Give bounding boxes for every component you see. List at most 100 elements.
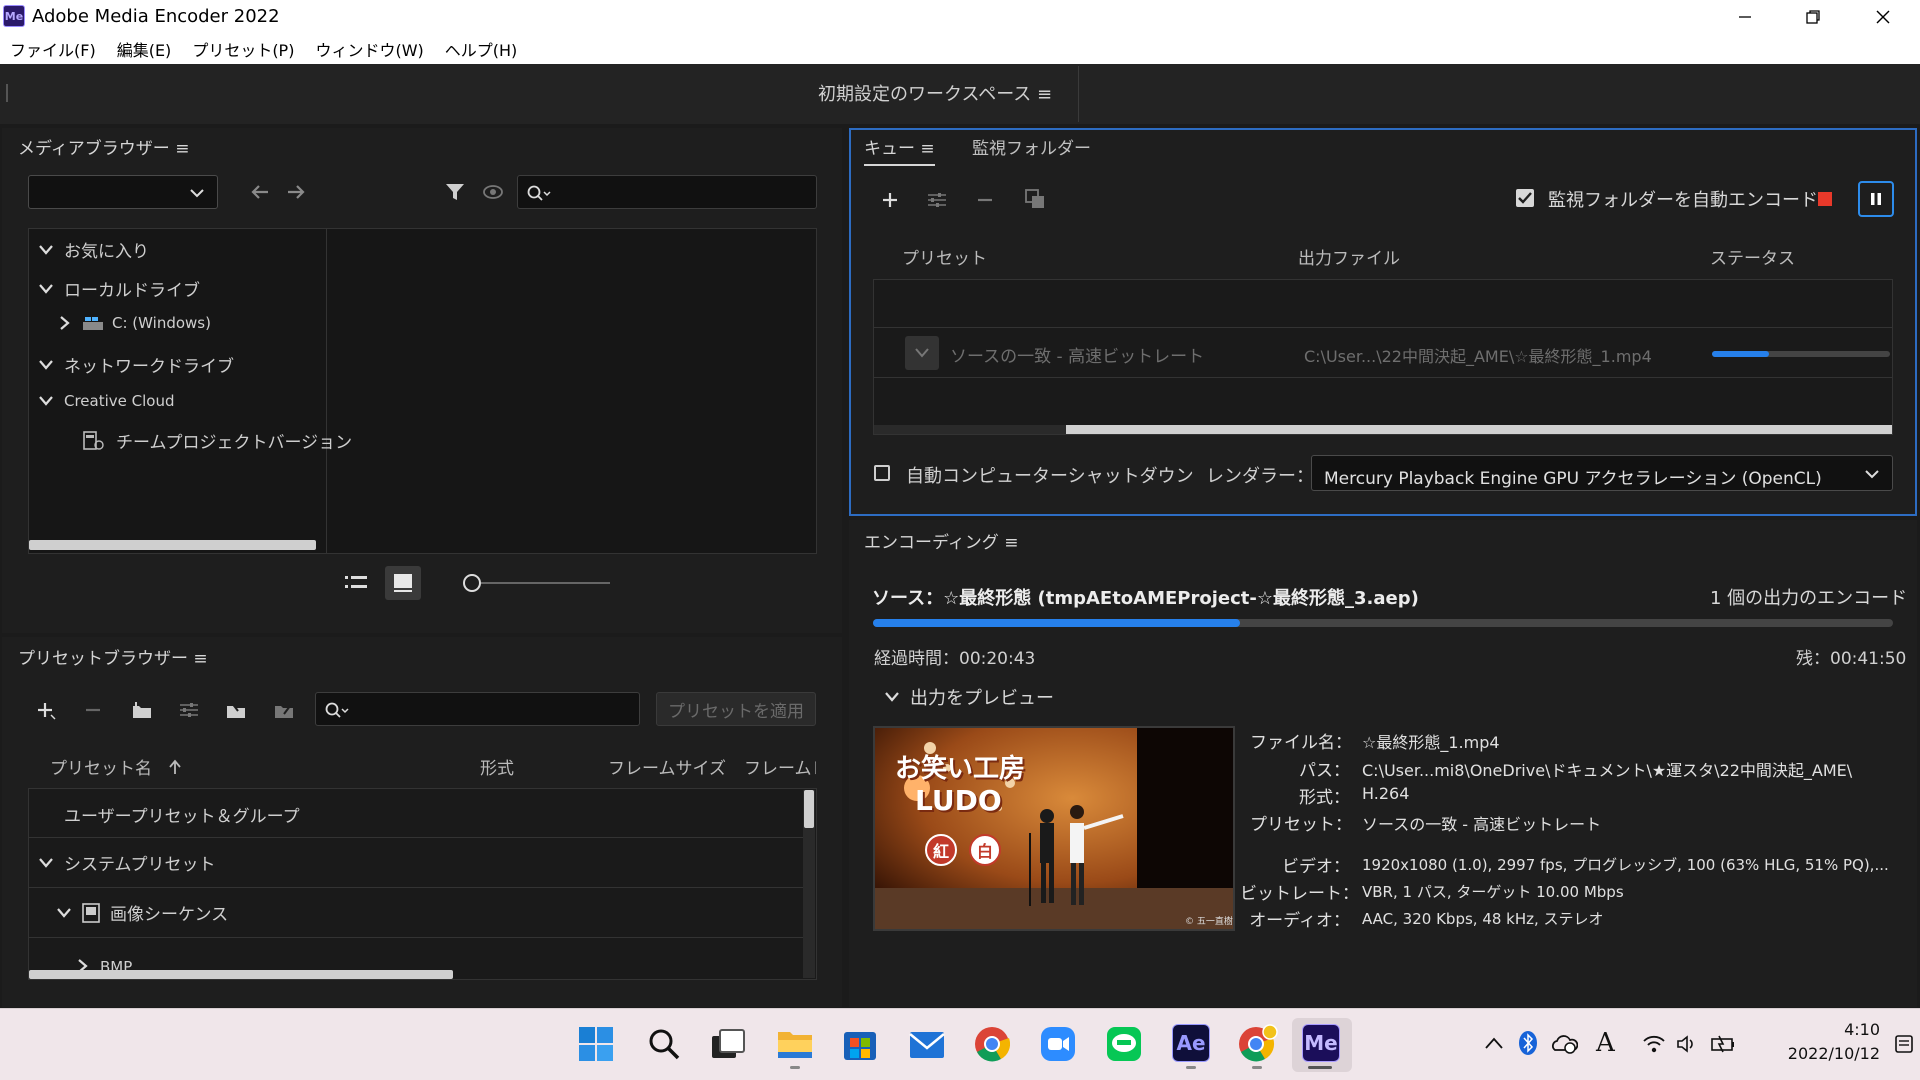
filter-icon[interactable] [444, 181, 466, 203]
preset-row-image-sequence[interactable]: 画像シーケンス [28, 888, 803, 938]
tree-item-c-drive[interactable]: C: (Windows) [58, 314, 211, 332]
add-source-icon[interactable] [880, 190, 900, 210]
maximize-button[interactable] [1778, 0, 1848, 34]
tab-queue[interactable]: キュー ≡ [864, 134, 935, 166]
stop-button[interactable] [1818, 192, 1832, 206]
queue-item-expand[interactable] [905, 336, 939, 370]
battery-icon[interactable] [1710, 1034, 1736, 1054]
line-button[interactable] [1106, 1026, 1142, 1062]
duplicate-item-icon[interactable] [1024, 188, 1046, 210]
queue-item-row[interactable]: ソースの一致 - 高速ビットレート C:\User...\22中間決起_AME\… [874, 328, 1892, 378]
preset-vertical-scrollbar[interactable] [803, 790, 815, 978]
tree-horizontal-scrollbar[interactable] [29, 540, 316, 550]
encoding-title[interactable]: エンコーディング ≡ [864, 528, 1018, 553]
queue-item-preset[interactable]: ソースの一致 - 高速ビットレート [950, 342, 1204, 367]
menu-preset[interactable]: プリセット(P) [192, 37, 294, 61]
preset-browser-title[interactable]: プリセットブラウザー ≡ [18, 644, 208, 669]
running-indicator [1186, 1066, 1196, 1069]
column-format[interactable]: 形式 [480, 754, 514, 779]
mail-button[interactable] [908, 1026, 946, 1062]
thumbnail-subtitle: LUDO [915, 784, 1002, 817]
auto-shutdown-checkbox[interactable] [874, 465, 890, 481]
chevron-up-icon[interactable] [1484, 1036, 1504, 1050]
clock-time[interactable]: 4:10 [1800, 1020, 1880, 1039]
after-effects-button[interactable]: Ae [1172, 1024, 1210, 1062]
zoom-button[interactable] [1040, 1026, 1076, 1062]
tree-item-team-project[interactable]: チームプロジェクトバージョン [82, 428, 352, 453]
forward-arrow-icon[interactable] [286, 183, 306, 201]
tab-watch-folders[interactable]: 監視フォルダー [972, 134, 1091, 159]
sort-ascending-icon [169, 759, 181, 774]
add-preset-icon[interactable] [36, 700, 56, 720]
start-button[interactable] [578, 1026, 614, 1062]
notifications-icon[interactable] [1894, 1034, 1914, 1056]
apply-preset-button[interactable]: プリセットを適用 [656, 692, 816, 726]
scroll-thumb[interactable] [1066, 425, 1892, 434]
minimize-button[interactable] [1710, 0, 1780, 34]
tree-item-favorites[interactable]: お気に入り [38, 237, 149, 262]
preview-toggle[interactable]: 出力をプレビュー [884, 684, 1054, 710]
media-search-field[interactable] [517, 175, 817, 209]
onedrive-icon[interactable] [1550, 1032, 1578, 1054]
thumbnail-badge-red: 紅 [925, 834, 957, 866]
menu-file[interactable]: ファイル(F) [10, 37, 96, 61]
column-frame-rate[interactable]: フレームレ [744, 754, 816, 779]
icon-view-button[interactable] [385, 566, 421, 600]
tree-item-creative-cloud[interactable]: Creative Cloud [38, 392, 175, 410]
volume-icon[interactable] [1676, 1034, 1700, 1054]
close-button[interactable] [1848, 0, 1918, 34]
eye-icon[interactable] [482, 184, 504, 200]
media-browser-splitter[interactable] [326, 229, 327, 553]
list-view-icon[interactable] [344, 574, 368, 592]
column-preset-name[interactable]: プリセット名 [50, 754, 182, 779]
file-explorer-button[interactable] [776, 1024, 814, 1062]
bluetooth-icon[interactable] [1518, 1030, 1538, 1056]
new-group-icon[interactable] [130, 700, 154, 720]
column-frame-size[interactable]: フレームサイズ [608, 754, 726, 779]
auto-encode-checkbox[interactable] [1516, 189, 1534, 207]
menu-edit[interactable]: 編集(E) [117, 37, 172, 61]
queue-settings-icon[interactable] [926, 190, 948, 210]
running-indicator [1252, 1066, 1262, 1069]
media-encoder-button[interactable]: Me [1302, 1024, 1340, 1062]
preset-row-system[interactable]: システムプリセット [28, 838, 803, 888]
queue-column-preset[interactable]: プリセット [902, 244, 987, 269]
queue-item-output[interactable]: C:\User...\22中間決起_AME\☆最終形態_1.mp4 [1304, 343, 1652, 367]
preset-row-user[interactable]: ユーザープリセット＆グループ [28, 789, 803, 838]
chrome-profile-button[interactable] [1238, 1024, 1278, 1062]
detail-value-filename: ☆最終形態_1.mp4 [1362, 733, 1500, 752]
media-browser-title[interactable]: メディアブラウザー ≡ [18, 134, 189, 159]
remove-item-icon[interactable] [976, 190, 994, 210]
preset-search-field[interactable] [315, 692, 640, 726]
store-button[interactable] [842, 1026, 878, 1062]
back-arrow-icon[interactable] [250, 183, 270, 201]
pause-button[interactable] [1858, 181, 1894, 217]
scroll-thumb[interactable] [804, 790, 814, 828]
chrome-button[interactable] [974, 1026, 1010, 1062]
preset-horizontal-scrollbar[interactable] [29, 970, 453, 979]
import-preset-icon[interactable] [224, 700, 248, 720]
wifi-icon[interactable] [1642, 1034, 1666, 1054]
taskbar-search-button[interactable] [646, 1026, 682, 1062]
menu-help[interactable]: ヘルプ(H) [445, 37, 518, 61]
detail-value-audio: AAC, 320 Kbps, 48 kHz, ステレオ [1362, 910, 1604, 928]
tree-item-network-drives[interactable]: ネットワークドライブ [38, 352, 234, 377]
workspace-menu[interactable]: 初期設定のワークスペース ≡ [818, 80, 1052, 106]
remove-preset-icon[interactable] [84, 700, 102, 720]
task-view-button[interactable] [710, 1026, 746, 1062]
zoom-slider[interactable] [460, 573, 612, 593]
tree-item-local-drives[interactable]: ローカルドライブ [38, 276, 200, 301]
drive-icon [83, 317, 103, 330]
queue-horizontal-scrollbar[interactable] [874, 425, 1892, 434]
location-dropdown[interactable] [28, 175, 218, 209]
preset-settings-icon[interactable] [178, 700, 200, 720]
clock-date[interactable]: 2022/10/12 [1760, 1044, 1880, 1063]
workspace-divider [1078, 66, 1079, 122]
renderer-dropdown[interactable]: Mercury Playback Engine GPU アクセラレーション (O… [1311, 455, 1893, 491]
queue-column-status[interactable]: ステータス [1710, 244, 1795, 269]
export-preset-icon[interactable] [272, 700, 296, 720]
app-logo: Me [3, 5, 25, 27]
menu-window[interactable]: ウィンドウ(W) [315, 37, 423, 61]
queue-column-output[interactable]: 出力ファイル [1298, 244, 1400, 269]
ime-indicator[interactable]: A [1596, 1028, 1615, 1058]
